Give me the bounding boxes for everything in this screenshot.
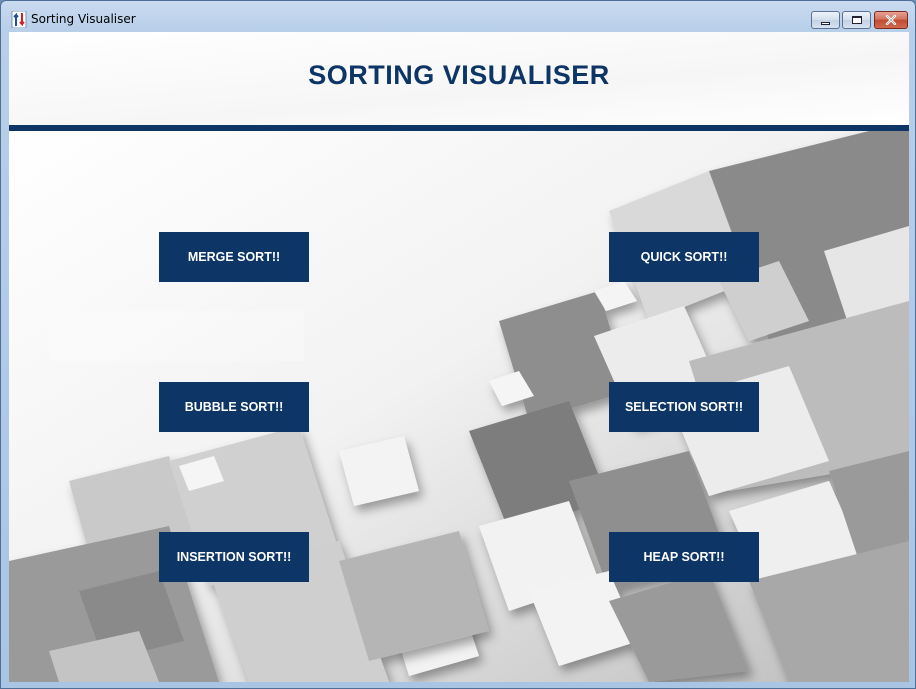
close-button[interactable] bbox=[874, 11, 908, 29]
header-panel: SORTING VISUALISER bbox=[9, 32, 909, 125]
main-panel: SORTING VISUALISER MERGE SORT!! QUICK SO… bbox=[9, 32, 909, 682]
app-window: Sorting Visualiser SORTING VISUALISER ME… bbox=[0, 0, 916, 689]
maximize-icon bbox=[851, 16, 862, 24]
page-title: SORTING VISUALISER bbox=[308, 60, 610, 90]
window-title: Sorting Visualiser bbox=[31, 12, 136, 26]
close-icon bbox=[885, 15, 897, 25]
heap-sort-button[interactable]: HEAP SORT!! bbox=[609, 532, 759, 582]
bubble-sort-button[interactable]: BUBBLE SORT!! bbox=[159, 382, 309, 432]
selection-sort-button[interactable]: SELECTION SORT!! bbox=[609, 382, 759, 432]
merge-sort-button[interactable]: MERGE SORT!! bbox=[159, 232, 309, 282]
insertion-sort-button[interactable]: INSERTION SORT!! bbox=[159, 532, 309, 582]
minimize-button[interactable] bbox=[811, 11, 840, 29]
maximize-button[interactable] bbox=[842, 11, 871, 29]
quick-sort-button[interactable]: QUICK SORT!! bbox=[609, 232, 759, 282]
title-bar[interactable]: Sorting Visualiser bbox=[1, 1, 915, 32]
minimize-icon bbox=[821, 21, 830, 25]
background-squares-image bbox=[9, 131, 909, 682]
sort-arrows-icon bbox=[11, 11, 27, 28]
